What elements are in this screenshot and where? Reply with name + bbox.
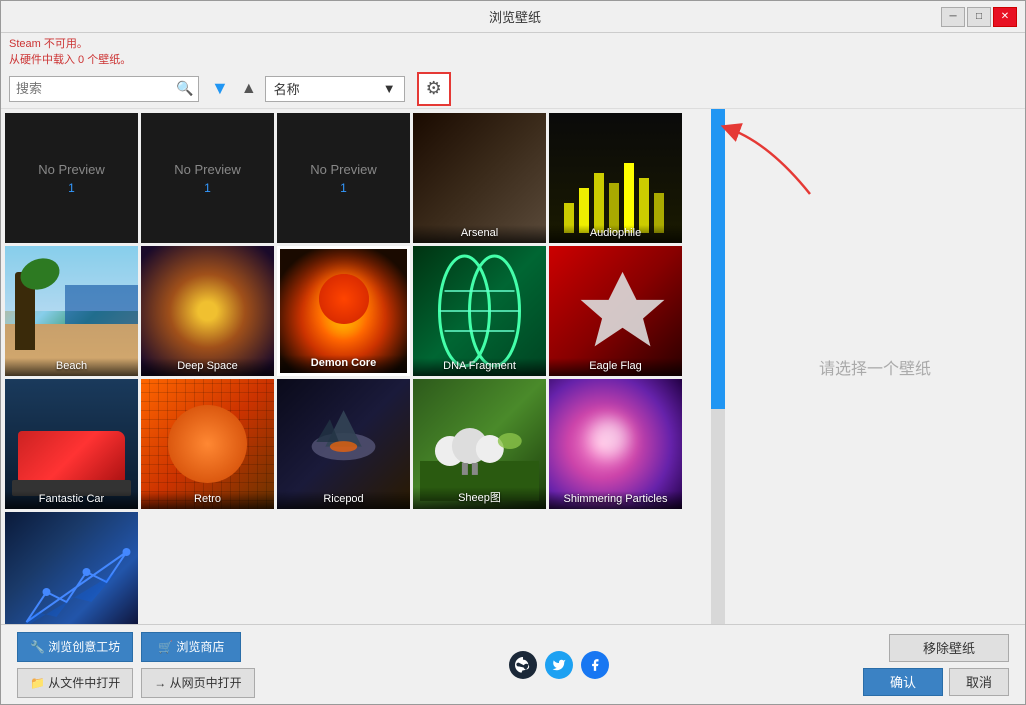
sort-label: 名称: [274, 79, 300, 98]
wallpaper-label: Sheep图: [413, 487, 546, 509]
bottom-left-actions: 🔧 浏览创意工坊 🛒 浏览商店 📁 从文件中打开 → 从网页中打开: [17, 632, 255, 698]
search-input[interactable]: [16, 81, 176, 96]
minimize-button[interactable]: ─: [941, 7, 965, 27]
confirm-cancel-row: 确认 取消: [863, 668, 1009, 696]
toolbar: 🔍 ▼ ▲ 名称 ▼ ⚙: [1, 69, 1025, 109]
list-item[interactable]: Demon Core: [277, 246, 410, 376]
list-item[interactable]: Arsenal: [413, 113, 546, 243]
wallpaper-grid-container: No Preview 1 No Preview 1 No Preview 1 A…: [1, 109, 711, 624]
browse-shop-button[interactable]: 🛒 浏览商店: [141, 632, 241, 662]
twitter-social-icon[interactable]: [545, 651, 573, 679]
steam-error-line2: 从硬件中载入 0 个壁纸。: [9, 51, 1017, 67]
bottom-row-1: 🔧 浏览创意工坊 🛒 浏览商店: [17, 632, 255, 662]
no-preview-label: No Preview: [38, 162, 104, 177]
wallpaper-label: Ricepod: [277, 491, 410, 509]
wallpaper-label: Retro: [141, 491, 274, 509]
steam-error-line1: Steam 不可用。: [9, 35, 1017, 51]
wallpaper-label: Eagle Flag: [549, 358, 682, 376]
list-item[interactable]: Ricepod: [277, 379, 410, 509]
filter-icon[interactable]: ▼: [207, 78, 233, 99]
list-item[interactable]: No Preview 1: [141, 113, 274, 243]
scrollbar-track[interactable]: [711, 109, 725, 624]
no-preview-num: 1: [68, 181, 75, 195]
remove-wallpaper-button[interactable]: 移除壁纸: [889, 634, 1009, 662]
list-item[interactable]: No Preview 1: [277, 113, 410, 243]
list-item[interactable]: Beach: [5, 246, 138, 376]
wallpaper-grid: No Preview 1 No Preview 1 No Preview 1 A…: [1, 109, 711, 624]
sort-arrow-icon[interactable]: ▲: [241, 80, 257, 98]
main-content: No Preview 1 No Preview 1 No Preview 1 A…: [1, 109, 1025, 624]
bottom-bar: 🔧 浏览创意工坊 🛒 浏览商店 📁 从文件中打开 → 从网页中打开: [1, 624, 1025, 704]
social-icons: [509, 651, 609, 679]
wallpaper-label: Demon Core: [280, 355, 407, 373]
social-area: [255, 651, 863, 679]
settings-button[interactable]: ⚙: [417, 72, 451, 106]
list-item[interactable]: Sheep图: [413, 379, 546, 509]
open-web-button[interactable]: → 从网页中打开: [141, 668, 254, 698]
no-preview-label: No Preview: [174, 162, 240, 177]
list-item[interactable]: Eagle Flag: [549, 246, 682, 376]
search-icon[interactable]: 🔍: [176, 80, 193, 97]
browse-workshop-button[interactable]: 🔧 浏览创意工坊: [17, 632, 133, 662]
scrollbar-thumb[interactable]: [711, 109, 725, 409]
wallpaper-label: Beach: [5, 358, 138, 376]
window-title: 浏览壁纸: [89, 7, 941, 26]
no-preview-label: No Preview: [310, 162, 376, 177]
wallpaper-label: Fantastic Car: [5, 491, 138, 509]
sort-dropdown[interactable]: 名称 ▼: [265, 76, 405, 102]
window-controls: ─ □ ✕: [941, 7, 1017, 27]
no-preview-num: 1: [204, 181, 211, 195]
list-item[interactable]: Shimmering Particles: [549, 379, 682, 509]
steam-social-icon[interactable]: [509, 651, 537, 679]
list-item[interactable]: Audiophile: [549, 113, 682, 243]
facebook-social-icon[interactable]: [581, 651, 609, 679]
list-item[interactable]: DNA Fragment: [413, 246, 546, 376]
wallpaper-label: Shimmering Particles: [549, 491, 682, 509]
list-item[interactable]: Retro: [141, 379, 274, 509]
no-preview-num: 1: [340, 181, 347, 195]
open-file-button[interactable]: 📁 从文件中打开: [17, 668, 133, 698]
list-item[interactable]: Techno: [5, 512, 138, 624]
preview-placeholder-text: 请选择一个壁纸: [819, 355, 931, 379]
restore-button[interactable]: □: [967, 7, 991, 27]
confirm-button[interactable]: 确认: [863, 668, 943, 696]
preview-panel: 请选择一个壁纸: [725, 109, 1025, 624]
list-item[interactable]: No Preview 1: [5, 113, 138, 243]
bottom-row-2: 📁 从文件中打开 → 从网页中打开: [17, 668, 255, 698]
search-box: 🔍: [9, 76, 199, 102]
main-window: 浏览壁纸 ─ □ ✕ Steam 不可用。 从硬件中载入 0 个壁纸。 🔍 ▼ …: [0, 0, 1026, 705]
wallpaper-label: Audiophile: [549, 225, 682, 243]
sort-dropdown-arrow-icon: ▼: [383, 81, 396, 96]
cancel-button[interactable]: 取消: [949, 668, 1009, 696]
bottom-right-actions: 移除壁纸 确认 取消: [863, 634, 1009, 696]
wallpaper-label: Deep Space: [141, 358, 274, 376]
list-item[interactable]: Deep Space: [141, 246, 274, 376]
list-item[interactable]: Fantastic Car: [5, 379, 138, 509]
titlebar: 浏览壁纸 ─ □ ✕: [1, 1, 1025, 33]
wallpaper-label: Arsenal: [413, 225, 546, 243]
close-button[interactable]: ✕: [993, 7, 1017, 27]
wallpaper-label: DNA Fragment: [413, 358, 546, 376]
steam-error-bar: Steam 不可用。 从硬件中载入 0 个壁纸。: [1, 33, 1025, 69]
arrow-annotation: [710, 114, 830, 214]
